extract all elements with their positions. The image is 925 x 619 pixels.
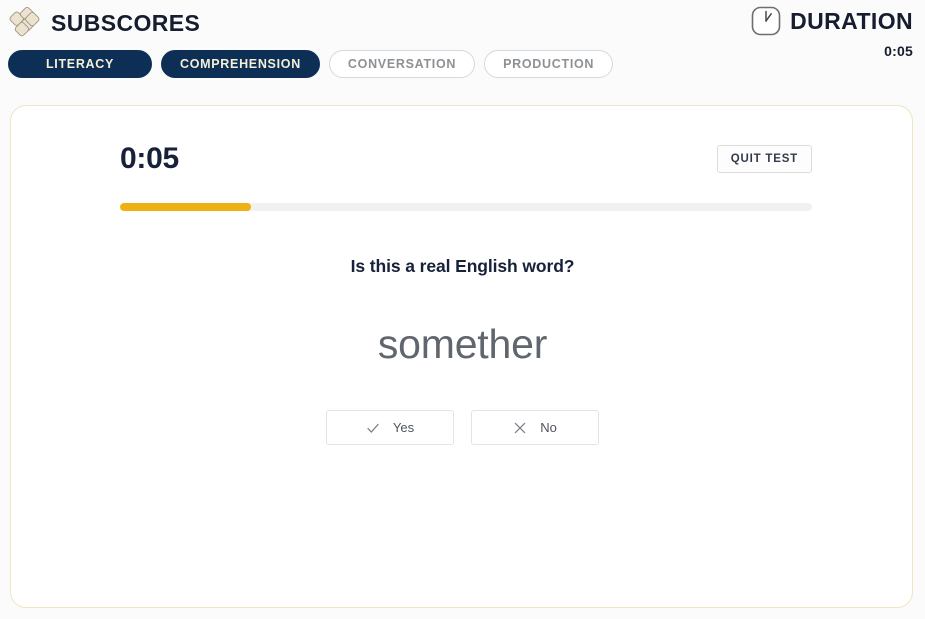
tab-comprehension-label: COMPREHENSION [180,57,301,71]
tab-literacy-label: LITERACY [45,57,115,71]
subscore-tabs: LITERACY COMPREHENSION CONVERSATION PROD… [8,50,614,78]
tab-conversation-label: CONVERSATION [347,57,457,71]
test-timer: 0:05 [120,142,179,175]
tab-production-label: PRODUCTION [503,57,595,71]
answer-yes-label: Yes [392,420,415,435]
page-title: SUBSCORES [51,9,201,36]
stimulus-word: somether [377,321,548,367]
test-card: 0:05 QUIT TEST Is this a real English wo… [10,105,913,608]
answer-no-button[interactable]: No [471,410,599,445]
brand: SUBSCORES [8,6,200,40]
tab-literacy[interactable]: LITERACY [8,50,152,78]
duration-block: DURATION 0:05 [750,5,913,59]
answer-buttons: Yes No [11,410,914,445]
app-header: SUBSCORES DURATION 0:05 LITERACY COMPREH… [0,0,925,92]
answer-no-label: No [540,420,557,435]
card-top-bar: 0:05 QUIT TEST [120,144,812,174]
answer-yes-button[interactable]: Yes [326,410,454,445]
clock-icon [750,5,782,37]
progress-bar-fill [120,203,252,211]
diamond-cluster-logo-icon [8,6,42,40]
quit-test-label: QUIT TEST [730,153,798,165]
progress-bar [120,203,812,211]
duration-value: 0:05 [884,43,913,59]
check-icon [366,421,380,435]
question-prompt: Is this a real English word? [350,256,575,276]
tab-conversation[interactable]: CONVERSATION [328,50,476,78]
duration-header: DURATION [750,5,913,37]
duration-label: DURATION [790,7,913,34]
tab-production[interactable]: PRODUCTION [484,50,614,78]
cross-icon [513,421,527,435]
tab-comprehension[interactable]: COMPREHENSION [161,50,320,78]
quit-test-button[interactable]: QUIT TEST [716,145,812,173]
